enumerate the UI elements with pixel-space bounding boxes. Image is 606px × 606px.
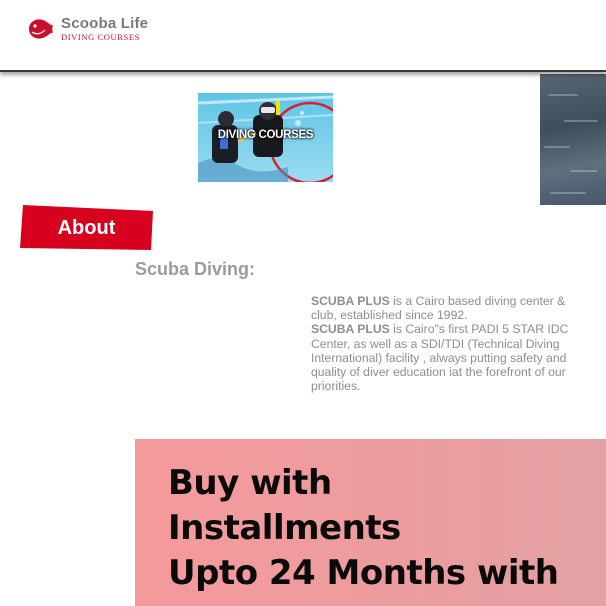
brand-tagline: DIVING COURSES — [61, 32, 141, 43]
diving-courses-caption: DIVING COURSES — [217, 129, 314, 141]
sea-photo — [540, 74, 606, 205]
site-logo[interactable]: Scooba Life DIVING COURSES — [26, 15, 148, 43]
promo-line: Installments — [168, 508, 401, 548]
about-tab-label: About — [57, 217, 116, 239]
promo-line: Upto 24 Months with — [168, 553, 559, 593]
about-tab[interactable]: About — [20, 205, 153, 250]
installments-banner[interactable]: Buy with Installments Upto 24 Months wit… — [135, 439, 606, 606]
section-title: Scuba Diving: — [135, 259, 256, 279]
brand-highlight: SCUBA PLUS — [311, 322, 390, 337]
site-header: Scooba Life DIVING COURSES — [0, 0, 606, 72]
about-description: SCUBA PLUS is a Cairo based diving cente… — [311, 294, 581, 393]
brand-highlight: SCUBA PLUS — [311, 294, 390, 308]
fish-icon — [29, 19, 53, 39]
diving-courses-image[interactable]: DIVING COURSES — [198, 93, 333, 182]
promo-line: Buy with — [168, 463, 332, 503]
brand-name: Scooba Life — [61, 15, 149, 33]
